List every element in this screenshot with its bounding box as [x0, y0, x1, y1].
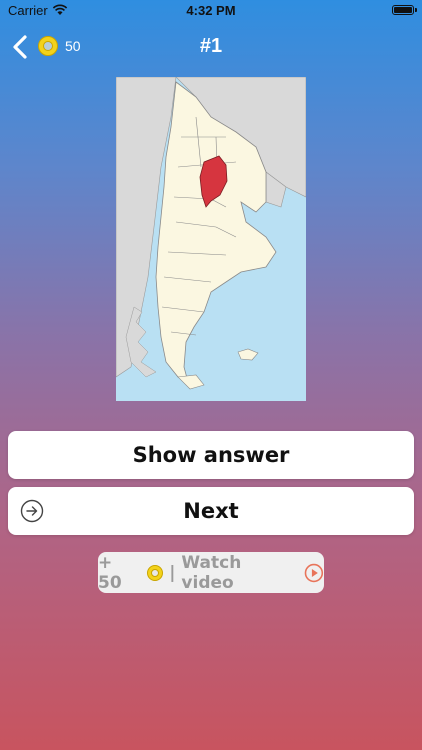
- clock: 4:32 PM: [186, 3, 236, 18]
- reward-separator: |: [169, 562, 176, 583]
- status-bar: Carrier 4:32 PM: [0, 0, 422, 22]
- navigation-bar: 50 #1: [0, 28, 422, 64]
- battery-icon: [392, 5, 417, 15]
- question-number: #1: [199, 35, 223, 57]
- next-label: Next: [183, 499, 239, 523]
- show-answer-button[interactable]: Show answer: [8, 431, 414, 479]
- coin-icon: [147, 564, 164, 581]
- reward-amount: + 50: [98, 552, 122, 593]
- show-answer-label: Show answer: [132, 443, 290, 467]
- play-circle-icon: [304, 563, 324, 582]
- watch-video-label: Watch video: [181, 552, 242, 593]
- province-map: [116, 77, 306, 401]
- watch-video-button[interactable]: + 50 | Watch video: [98, 552, 324, 593]
- argentina-map-graphic: [116, 77, 306, 401]
- next-button[interactable]: Next: [8, 487, 414, 535]
